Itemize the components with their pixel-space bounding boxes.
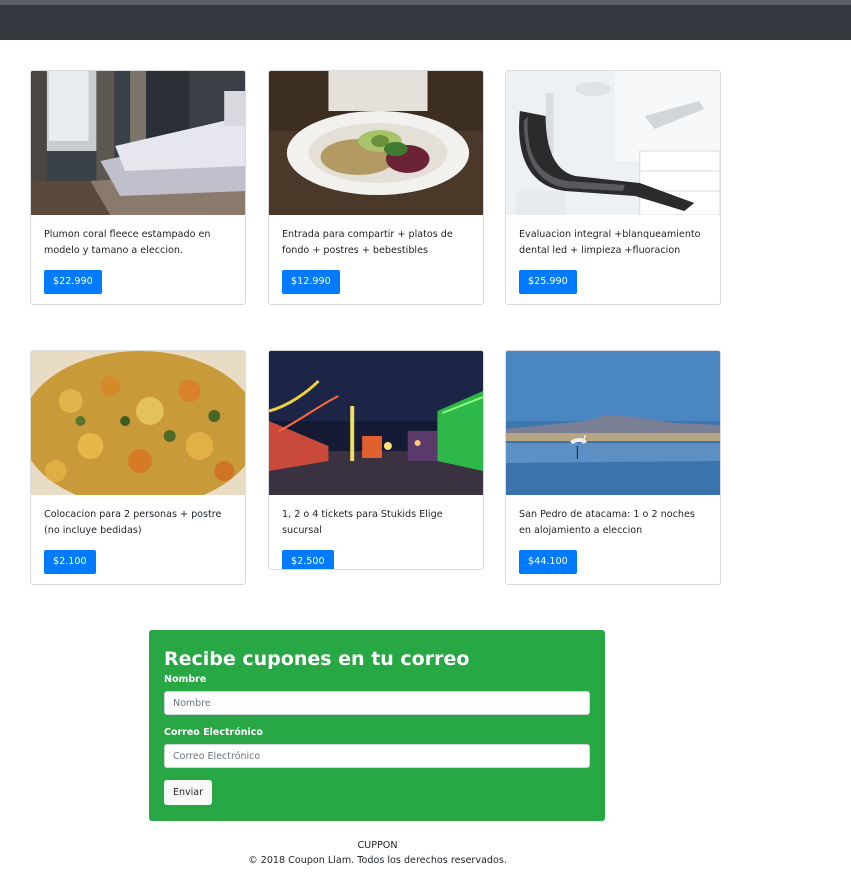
top-navbar xyxy=(0,0,851,40)
deal-card[interactable]: San Pedro de atacama: 1 o 2 noches en al… xyxy=(505,350,721,585)
deal-image-amusement-park xyxy=(269,351,483,495)
price-button[interactable]: $22.990 xyxy=(44,270,102,294)
deal-image-stew xyxy=(31,351,245,495)
name-label: Nombre xyxy=(164,674,207,685)
deal-card[interactable]: Entrada para compartir + platos de fondo… xyxy=(268,70,484,305)
deal-title: Colocacion para 2 personas + postre (no … xyxy=(44,509,222,536)
submit-button[interactable]: Enviar xyxy=(164,780,213,805)
deal-title: San Pedro de atacama: 1 o 2 noches en al… xyxy=(519,509,695,536)
email-label: Correo Electrónico xyxy=(164,727,263,738)
deal-image-dental xyxy=(506,71,720,215)
deal-title: Entrada para compartir + platos de fondo… xyxy=(282,229,453,256)
deal-image-salad xyxy=(269,71,483,215)
newsletter-form: Recibe cupones en tu correo Nombre Corre… xyxy=(149,630,605,821)
deal-card[interactable]: Colocacion para 2 personas + postre (no … xyxy=(30,350,246,585)
email-input[interactable] xyxy=(164,744,590,768)
price-button[interactable]: $2.500 xyxy=(282,550,334,569)
footer-brand: CUPPON xyxy=(357,840,398,851)
newsletter-title: Recibe cupones en tu correo xyxy=(164,648,470,670)
footer: CUPPON © 2018 Coupon Llam. Todos los der… xyxy=(0,838,755,868)
browser-edge xyxy=(0,0,851,5)
price-button[interactable]: $2.100 xyxy=(44,550,96,574)
deal-image-lagoon xyxy=(506,351,720,495)
price-button[interactable]: $12.990 xyxy=(282,270,340,294)
price-button[interactable]: $44.100 xyxy=(519,550,577,574)
deal-card[interactable]: Plumon coral fleece estampado en modelo … xyxy=(30,70,246,305)
name-input[interactable] xyxy=(164,691,590,715)
deal-image-bedroom xyxy=(31,71,245,215)
deal-card[interactable]: Evaluacion integral +blanqueamiento dent… xyxy=(505,70,721,305)
footer-copyright: © 2018 Coupon Llam. Todos los derechos r… xyxy=(248,855,507,866)
deal-card[interactable]: 1, 2 o 4 tickets para Stukids Elige sucu… xyxy=(268,350,484,570)
deal-title: Evaluacion integral +blanqueamiento dent… xyxy=(519,229,701,256)
deal-title: Plumon coral fleece estampado en modelo … xyxy=(44,229,211,256)
deal-title: 1, 2 o 4 tickets para Stukids Elige sucu… xyxy=(282,509,443,536)
price-button[interactable]: $25.990 xyxy=(519,270,577,294)
